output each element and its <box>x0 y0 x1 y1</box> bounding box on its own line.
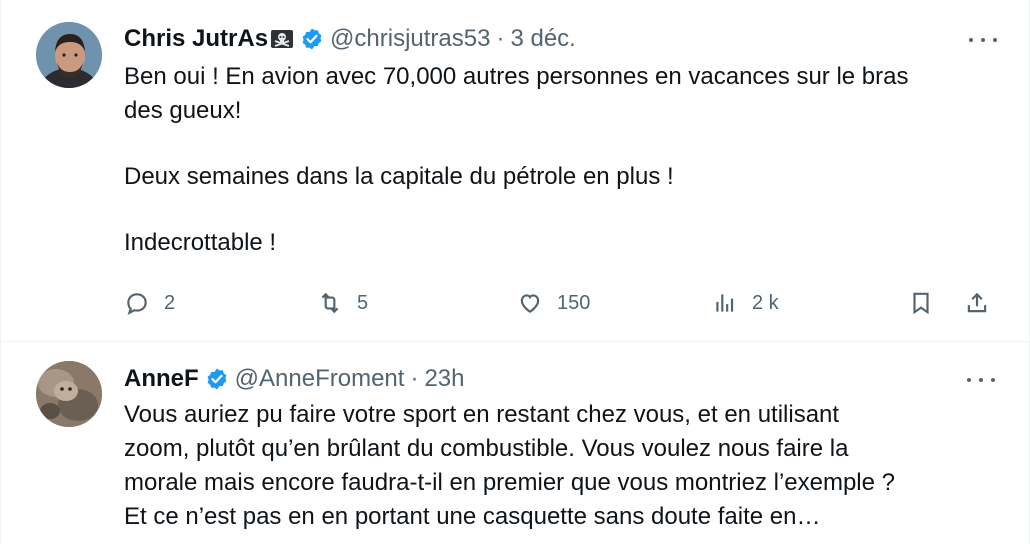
tweet-text-line: morale mais encore faudra-t-il en premie… <box>124 469 895 496</box>
author-handle[interactable]: @chrisjutras53 <box>330 25 490 53</box>
avatar-image <box>36 361 102 427</box>
tweet-text: Ben oui ! En avion avec 70,000 autres pe… <box>124 60 1004 260</box>
verified-badge-icon[interactable] <box>205 367 229 391</box>
repost-count: 5 <box>357 291 369 314</box>
avatar[interactable] <box>36 22 102 88</box>
avatar[interactable] <box>36 361 102 427</box>
tweet-header: Chris JutrAs @chrisjutras53 · 3 déc. <box>124 22 576 56</box>
separator-dot: · <box>410 365 419 392</box>
avatar-image <box>36 22 102 88</box>
tweet-text-line: zoom, plutôt qu’en brûlant du combustibl… <box>124 435 849 462</box>
pirate-flag-emoji-icon <box>270 28 294 50</box>
share-icon <box>967 292 987 313</box>
tweet-actions: 2 5 150 2 k <box>124 286 1004 320</box>
like-count: 150 <box>557 291 591 314</box>
tweet-text-line: Indecrottable ! <box>124 229 277 256</box>
tweet[interactable]: Chris JutrAs @chrisjutras53 · 3 déc. Ben… <box>1 0 1030 342</box>
tweet-text-line: des gueux! <box>124 97 242 124</box>
views-count: 2 k <box>752 291 779 314</box>
views-button[interactable]: 2 k <box>712 286 779 320</box>
tweet-text-line: Ben oui ! En avion avec 70,000 autres pe… <box>124 63 909 90</box>
bookmark-icon <box>913 292 929 315</box>
like-icon <box>520 294 540 313</box>
more-options-icon[interactable] <box>967 370 995 390</box>
tweet-text-line: Et ce n’est pas en en portant une casque… <box>124 503 821 530</box>
tweet-text-line: Vous auriez pu faire votre sport en rest… <box>124 401 840 428</box>
share-button[interactable] <box>964 286 990 320</box>
tweet-text: Vous auriez pu faire votre sport en rest… <box>124 398 1004 534</box>
tweet-header: AnneF @AnneFroment · 23h <box>124 362 465 396</box>
like-button[interactable]: 150 <box>517 286 590 320</box>
tweet-date[interactable]: 23h <box>424 365 464 393</box>
reply-count: 2 <box>164 291 176 314</box>
verified-badge-icon[interactable] <box>300 27 324 51</box>
bookmark-button[interactable] <box>908 286 934 320</box>
reply-icon <box>127 293 147 315</box>
author-name[interactable]: AnneF <box>124 365 199 393</box>
tweet-text-line: Deux semaines dans la capitale du pétrol… <box>124 163 674 190</box>
timeline-feed: Chris JutrAs @chrisjutras53 · 3 déc. Ben… <box>0 0 1030 544</box>
repost-icon <box>321 292 339 314</box>
repost-button[interactable]: 5 <box>317 286 368 320</box>
tweet-date[interactable]: 3 déc. <box>510 25 575 53</box>
more-options-icon[interactable] <box>969 30 997 50</box>
reply-button[interactable]: 2 <box>124 286 175 320</box>
author-handle[interactable]: @AnneFroment <box>235 365 405 393</box>
views-icon <box>716 294 734 312</box>
separator-dot: · <box>496 25 505 52</box>
author-name[interactable]: Chris JutrAs <box>124 25 268 53</box>
